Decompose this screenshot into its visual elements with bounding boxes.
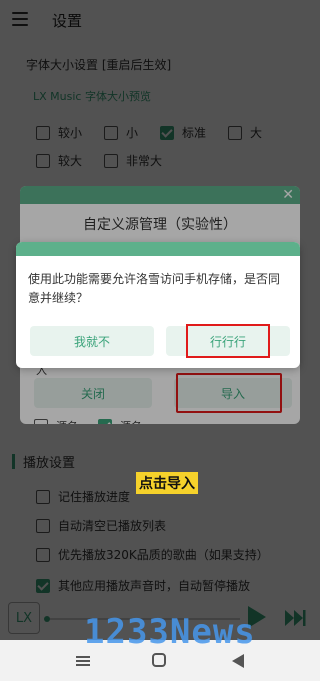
dialog-header (16, 242, 300, 256)
permission-message: 使用此功能需要允许洛雪访问手机存储，是否同意并继续？ (28, 272, 281, 305)
home-icon[interactable] (152, 653, 166, 667)
ok-highlight-box (186, 324, 270, 358)
cancel-button[interactable]: 我就不 (30, 326, 154, 356)
recent-apps-icon[interactable] (76, 656, 90, 666)
watermark: 1233News (84, 612, 256, 652)
tutorial-caption: 点击导入 (136, 472, 198, 494)
permission-dialog: 使用此功能需要允许洛雪访问手机存储，是否同意并继续？ 我就不 行行行 (16, 242, 300, 368)
back-icon[interactable] (232, 654, 244, 668)
